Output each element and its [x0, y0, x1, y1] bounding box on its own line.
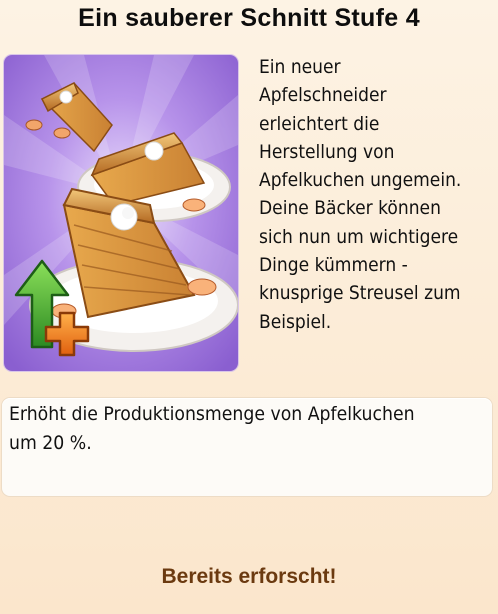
research-description: Ein neuer Apfelschneider erleichtert die… [259, 56, 462, 333]
research-status: Bereits erforscht! [161, 565, 337, 588]
apple-pie-upgrade-icon [4, 55, 238, 371]
research-title: Ein sauberer Schnitt Stufe 4 [78, 4, 420, 32]
effect-text: Erhöht die Produktionsmenge von Apfelkuc… [9, 403, 415, 454]
